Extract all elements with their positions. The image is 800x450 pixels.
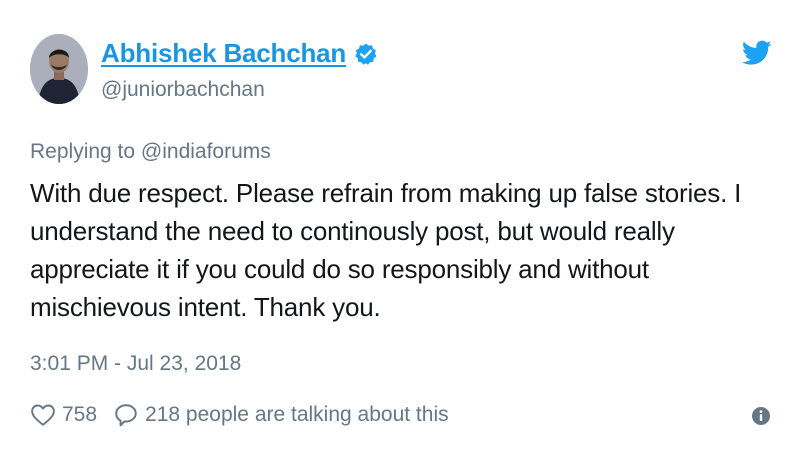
tweet-text-line: understand the need to continously post,… (30, 216, 675, 246)
verified-badge-icon (354, 42, 378, 66)
tweet-embed: Abhishek Bachchan @juniorbachchan Replyi… (0, 0, 800, 450)
author-display-name[interactable]: Abhishek Bachchan (101, 38, 346, 69)
avatar[interactable] (30, 34, 88, 104)
tweet-text-line: With due respect. Please refrain from ma… (30, 178, 742, 208)
tweet-text-line: appreciate it if you could do so respons… (30, 254, 649, 284)
like-button[interactable]: 758 (30, 402, 97, 428)
like-count: 758 (62, 403, 98, 426)
replying-to-handle[interactable]: @indiaforums (141, 140, 271, 163)
author-row: Abhishek Bachchan (101, 38, 378, 69)
replying-to: Replying to @indiaforums (30, 140, 271, 164)
speech-bubble-icon (115, 404, 137, 427)
info-icon[interactable] (751, 406, 771, 426)
tweet-actions: 758 218 people are talking about this (30, 402, 449, 428)
tweet-text-line: mischievous intent. Thank you. (30, 292, 381, 322)
talking-link[interactable]: 218 people are talking about this (113, 402, 449, 428)
heart-icon (31, 404, 55, 426)
tweet-timestamp[interactable]: 3:01 PM - Jul 23, 2018 (30, 352, 241, 376)
replying-to-label: Replying to (30, 140, 136, 163)
talking-count: 218 people are talking about this (145, 403, 449, 426)
author-handle[interactable]: @juniorbachchan (101, 78, 265, 102)
twitter-bird-icon[interactable] (741, 40, 772, 66)
tweet-text: With due respect. Please refrain from ma… (30, 174, 770, 326)
